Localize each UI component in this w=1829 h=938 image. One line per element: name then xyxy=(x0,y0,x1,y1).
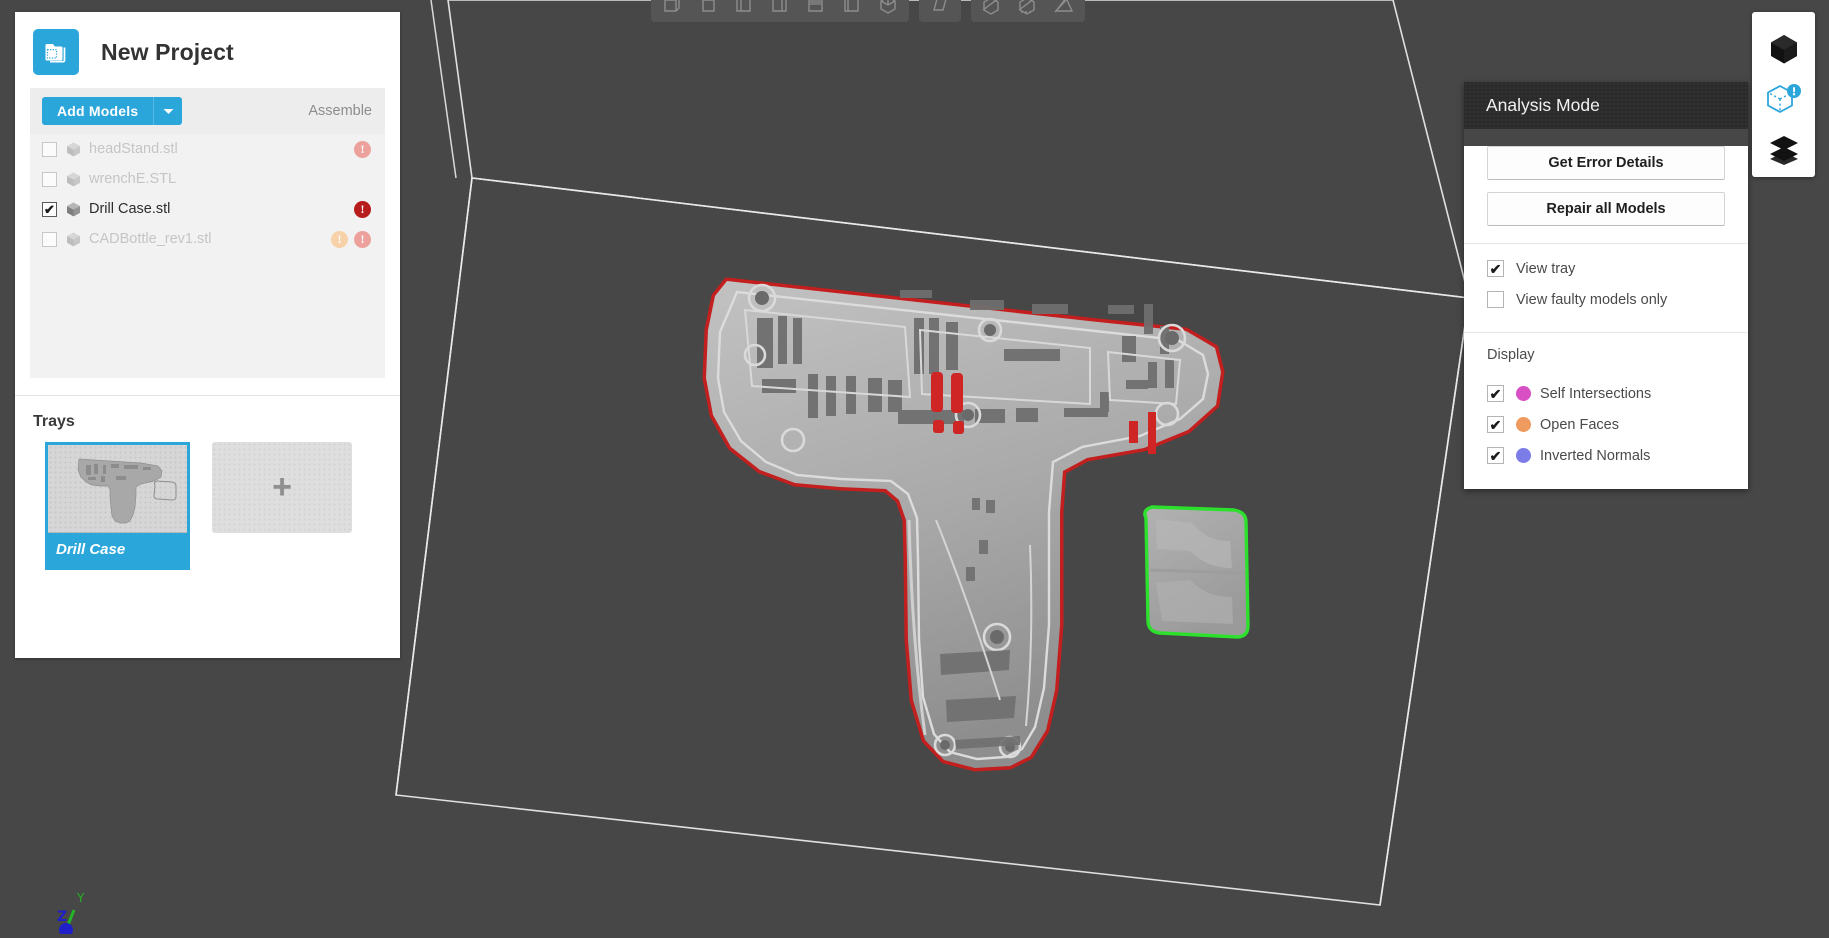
add-models-button[interactable]: Add Models xyxy=(42,97,154,125)
display-heading: Display xyxy=(1487,347,1535,363)
analysis-cube-error-icon[interactable] xyxy=(1758,74,1810,124)
add-models-group[interactable]: Add Models xyxy=(42,97,183,125)
model-list-item[interactable]: ✔ Drill Case.stl! xyxy=(30,194,385,224)
display-option-row[interactable]: ✔ Self Intersections xyxy=(1464,378,1748,409)
view-top-icon[interactable] xyxy=(799,0,833,18)
view-option-row[interactable]: View faulty models only xyxy=(1464,284,1748,315)
display-option-label: Inverted Normals xyxy=(1540,447,1651,464)
view-left-icon[interactable] xyxy=(727,0,761,18)
mesh-cube-icon xyxy=(65,201,82,218)
assemble-button[interactable]: Assemble xyxy=(308,103,372,119)
view-toolbar[interactable] xyxy=(651,0,1085,22)
project-panel: New Project Add Models Assemble headStan… xyxy=(15,12,400,658)
cut-cube-icon[interactable] xyxy=(975,0,1009,18)
view-option-row[interactable]: ✔ View tray xyxy=(1464,253,1748,284)
display-option-label: Open Faces xyxy=(1540,416,1619,433)
trays-heading: Trays xyxy=(33,413,75,430)
analysis-mode-panel: Analysis Mode Get Error Details Repair a… xyxy=(1464,82,1748,489)
view-toolbar-group-orientations[interactable] xyxy=(651,0,909,22)
solid-cube-icon[interactable] xyxy=(1758,24,1810,74)
tray-name-label: Drill Case xyxy=(56,541,126,558)
model-status-badges: ! xyxy=(354,200,371,218)
model-visibility-checkbox[interactable] xyxy=(42,141,57,157)
model-status-badges: !! xyxy=(331,230,371,248)
get-error-details-button[interactable]: Get Error Details xyxy=(1487,146,1725,180)
view-option-label: View tray xyxy=(1516,260,1576,277)
model-list-item[interactable]: headStand.stl! xyxy=(30,134,385,164)
display-option-checkbox[interactable]: ✔ xyxy=(1487,416,1504,433)
view-mode-bar xyxy=(1752,12,1815,177)
page-title: New Project xyxy=(101,38,234,65)
model-visibility-checkbox[interactable]: ✔ xyxy=(42,201,57,217)
view-option-checkbox[interactable] xyxy=(1487,291,1504,308)
view-toolbar-group-tools[interactable] xyxy=(971,0,1085,22)
view-bottom-icon[interactable] xyxy=(835,0,869,18)
view-front-icon[interactable] xyxy=(655,0,689,18)
analysis-panel-body: Get Error Details Repair all Models ✔ Vie… xyxy=(1464,146,1748,489)
color-swatch xyxy=(1516,386,1531,401)
color-swatch xyxy=(1516,448,1531,463)
analysis-panel-title: Analysis Mode xyxy=(1464,82,1748,129)
view-back-icon[interactable] xyxy=(691,0,725,18)
model-clip-part[interactable] xyxy=(1143,505,1250,639)
svg-text:Y: Y xyxy=(76,891,85,905)
tray-card-selected[interactable]: Drill Case xyxy=(45,442,190,570)
folder-icon xyxy=(33,29,79,75)
model-drill-case[interactable] xyxy=(702,277,1225,772)
repair-all-models-button[interactable]: Repair all Models xyxy=(1487,192,1725,226)
error-badge-icon[interactable]: ! xyxy=(354,140,371,158)
model-list-area: Add Models Assemble headStand.stl! wrench… xyxy=(30,88,385,378)
display-option-label: Self Intersections xyxy=(1540,385,1652,402)
view-iso-icon[interactable] xyxy=(871,0,905,18)
model-name-label: CADBottle_rev1.stl xyxy=(89,231,212,247)
model-name-label: wrenchE.STL xyxy=(89,171,177,187)
axis-gizmo[interactable]: Y Z xyxy=(44,888,104,934)
model-list-item[interactable]: CADBottle_rev1.stl!! xyxy=(30,224,385,254)
view-toolbar-group-projection[interactable] xyxy=(919,0,961,22)
model-name-label: Drill Case.stl xyxy=(89,201,171,217)
view-perspective-icon[interactable] xyxy=(923,0,957,18)
tray-thumbnail xyxy=(48,445,187,533)
display-option-checkbox[interactable]: ✔ xyxy=(1487,385,1504,402)
display-options-group: ✔ Self Intersections ✔ Open Faces ✔ Inverted … xyxy=(1464,378,1748,471)
error-badge-icon[interactable]: ! xyxy=(354,200,371,218)
section-cube-icon[interactable] xyxy=(1011,0,1045,18)
view-options-group: ✔ View tray View faulty models only xyxy=(1464,253,1748,315)
view-right-icon[interactable] xyxy=(763,0,797,18)
error-badge-icon[interactable]: ! xyxy=(354,230,371,248)
app-root: Y Z New Project Add Models Assemble head… xyxy=(0,0,1829,938)
model-list: headStand.stl! wrenchE.STL ✔ Drill Case.stl… xyxy=(30,134,385,254)
view-option-label: View faulty models only xyxy=(1516,291,1668,308)
model-visibility-checkbox[interactable] xyxy=(42,171,57,187)
model-list-item[interactable]: wrenchE.STL xyxy=(30,164,385,194)
warning-badge-icon[interactable]: ! xyxy=(331,230,348,248)
plus-icon: + xyxy=(272,467,292,506)
trays-row: Drill Case + xyxy=(15,442,400,570)
display-option-row[interactable]: ✔ Open Faces xyxy=(1464,409,1748,440)
mesh-cube-icon xyxy=(65,141,82,158)
display-option-checkbox[interactable]: ✔ xyxy=(1487,447,1504,464)
model-visibility-checkbox[interactable] xyxy=(42,231,57,247)
add-tray-button[interactable]: + xyxy=(212,442,352,533)
model-name-label: headStand.stl xyxy=(89,141,178,157)
model-status-badges: ! xyxy=(354,140,371,158)
view-option-checkbox[interactable]: ✔ xyxy=(1487,260,1504,277)
mesh-cube-icon xyxy=(65,231,82,248)
project-header: New Project xyxy=(15,12,400,88)
model-list-toolbar: Add Models Assemble xyxy=(30,88,385,134)
svg-text:Z: Z xyxy=(57,909,67,925)
chevron-down-icon[interactable] xyxy=(153,97,183,125)
layers-icon[interactable] xyxy=(1758,124,1810,174)
display-option-row[interactable]: ✔ Inverted Normals xyxy=(1464,440,1748,471)
mesh-cube-icon xyxy=(65,171,82,188)
slice-plane-icon[interactable] xyxy=(1047,0,1081,18)
panel-divider xyxy=(1464,243,1748,244)
color-swatch xyxy=(1516,417,1531,432)
